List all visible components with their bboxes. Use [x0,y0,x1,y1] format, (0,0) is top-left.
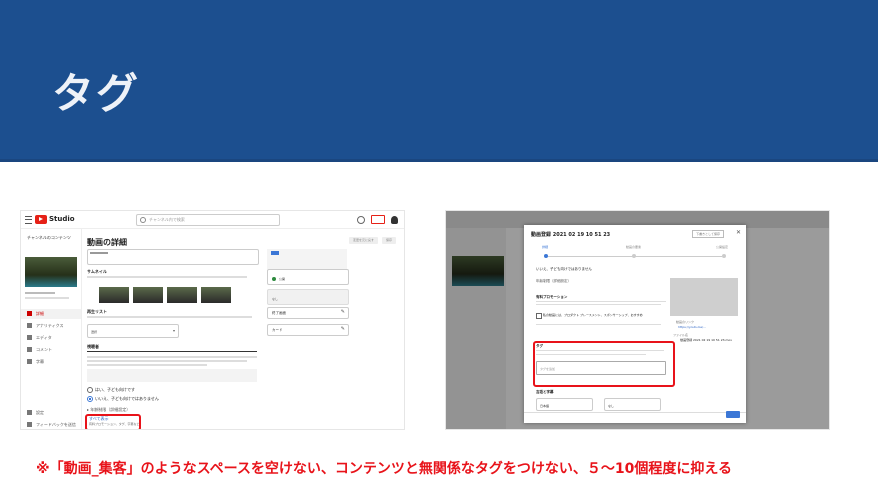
youtube-logo-icon [35,215,47,224]
save-button[interactable]: 保存 [381,237,396,244]
video-preview [670,278,738,316]
gear-icon [27,410,32,415]
sidebar-item-subtitles[interactable]: 字幕 [27,358,44,365]
audience-selection: いいえ、子ども向けではありません [536,267,592,271]
feedback-icon [27,422,32,427]
cards-label: カード [272,328,283,332]
radio-made-for-kids-label: はい、子ども向けです [95,387,135,392]
description-field[interactable] [87,249,259,265]
help-icon[interactable] [357,215,365,224]
chevron-down-icon: ▾ [172,328,175,333]
audience-heading: 視聴者 [87,344,99,349]
save-draft-button[interactable]: 下書きとして保存 [692,230,724,238]
upload-dialog: 動画登録 2021 02 19 10 51 23 下書きとして保存 ✕ 詳細 動… [524,225,746,423]
tag-guideline-note: ※「動画_集客」のようなスペースを空けない、コンテンツと無関係なタグをつけない、… [36,461,732,477]
step-visibility-label: 公開設定 [715,245,728,249]
sidebar-item-analytics[interactable]: アナリティクス [27,322,64,329]
youtube-studio-details-screenshot: Studio チャンネル内で検索 チャンネルのコンテンツ 詳細 アナリティクス … [20,210,405,430]
top-app-bar: Studio チャンネル内で検索 [21,211,404,229]
sidebar-channel-label: チャンネルのコンテンツ [27,235,71,240]
paid-promotion-checkbox-label: 私の動画には、プロダクト プレースメント、スポンサーシップ、おすすめ [543,313,643,317]
search-input[interactable]: チャンネル内で検索 [136,214,280,226]
step-details-dot[interactable] [544,254,548,258]
visibility-value: 公開 [279,277,286,281]
subtitles-value: なし [272,297,279,301]
page-title: 動画の詳細 [87,238,127,247]
details-main: 動画の詳細 変更を元に戻す 保存 サムネイル 再生リスト 選択 ▾ 視聴者 はい… [85,229,404,429]
step-details-label: 詳細 [542,245,549,249]
title-banner: タグ [0,0,878,162]
analytics-icon [27,323,32,328]
sidebar-item-comments[interactable]: コメント [27,346,52,353]
close-icon[interactable]: ✕ [736,230,741,236]
end-screen-label: 終了画面 [272,311,286,315]
search-placeholder: チャンネル内で検索 [149,217,185,222]
video-language-select[interactable]: 日本語 [536,398,593,411]
video-thumbnail[interactable] [25,257,77,287]
playlist-heading: 再生リスト [87,309,107,314]
sidebar-item-settings[interactable]: 設定 [27,409,44,416]
pencil-icon [27,311,32,316]
upload-stepper [544,253,726,259]
step-elements-label: 動画の要素 [626,245,642,249]
end-screen-button[interactable]: 終了画面 ✎ [267,307,349,319]
paid-promotion-checkbox[interactable] [536,313,542,319]
thumbnail-options[interactable] [99,287,231,303]
playlist-value: 選択 [91,330,98,334]
subtitles-select[interactable]: なし [267,289,349,305]
caption-certification-value: なし [608,404,615,408]
paid-promotion-heading: 有料プロモーション [536,295,568,299]
age-restriction-label[interactable]: 年齢制限（詳細設定） [536,279,571,284]
cards-button[interactable]: カード ✎ [267,324,349,336]
tags-input[interactable]: タグを追加 [536,361,666,375]
sidebar-item-details[interactable]: 詳細 [27,310,44,317]
menu-icon[interactable] [25,216,32,224]
step-elements-dot[interactable] [632,254,636,258]
pencil-icon: ✎ [340,326,345,332]
avatar[interactable] [391,215,398,224]
filename-value: 動画登録 2021 02 19 10 51 23.mov [680,338,732,342]
more-options-caption: 有料プロモーション、タグ、字幕など [89,422,140,426]
dimmed-thumbnail [452,256,504,286]
video-link-label: 動画のリンク [675,320,694,324]
slide-title: タグ [52,69,141,118]
globe-icon [272,277,276,281]
step-visibility-dot[interactable] [722,254,726,258]
search-icon [140,217,146,223]
dimmed-sidebar [446,228,506,429]
tags-heading: タグ [536,344,543,348]
film-icon [27,335,32,340]
info-notice [87,369,257,382]
banner-divider [0,159,878,162]
filename-label: ファイル名 [672,333,688,337]
playlist-select[interactable]: 選択 ▾ [87,324,179,338]
age-restriction-toggle[interactable]: ▸ 年齢制限（詳細設定） [87,407,130,413]
upload-dialog-screenshot: 動画登録 2021 02 19 10 51 23 下書きとして保存 ✕ 詳細 動… [445,210,830,430]
app-name: Studio [49,215,75,223]
next-button[interactable] [726,411,740,418]
video-link[interactable]: https://youtu.be/... [678,325,706,329]
undo-changes-button[interactable]: 変更を元に戻す [348,237,378,244]
dialog-title: 動画登録 2021 02 19 10 51 23 [531,232,611,238]
thumbnail-heading: サムネイル [87,269,107,274]
sidebar-item-feedback[interactable]: フィードバックを送信 [27,421,76,428]
radio-not-for-kids[interactable] [87,396,93,402]
sidebar: チャンネルのコンテンツ 詳細 アナリティクス エディタ コメント 字幕 設定 フ… [21,229,82,429]
language-heading: 言語と字幕 [536,390,554,394]
video-language-value: 日本語 [540,404,550,408]
visibility-select[interactable]: 公開 [267,269,349,285]
comment-icon [27,347,32,352]
subtitles-icon [27,359,32,364]
radio-not-for-kids-label: いいえ、子ども向けではありません [95,396,159,401]
radio-made-for-kids[interactable] [87,387,93,393]
create-button[interactable] [371,215,385,224]
pencil-icon: ✎ [340,309,345,315]
sidebar-item-editor[interactable]: エディタ [27,334,52,341]
caption-certification-select[interactable]: なし [604,398,661,411]
video-preview-panel [267,249,347,269]
